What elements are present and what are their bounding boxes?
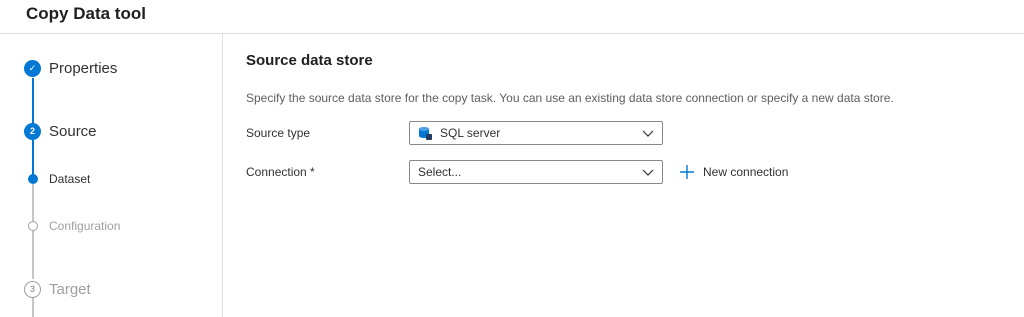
wizard-step-source[interactable]: 2 Source: [0, 119, 222, 143]
app-title: Copy Data tool: [26, 4, 146, 23]
connection-label: Connection *: [246, 165, 315, 179]
main-panel: Source data store Specify the source dat…: [224, 34, 1024, 317]
current-dot-icon: [28, 174, 38, 184]
chevron-down-icon: [642, 169, 654, 176]
connection-dropdown[interactable]: Select...: [409, 160, 663, 184]
step-number-icon: 3: [24, 280, 41, 298]
pending-dot-icon: [28, 221, 38, 231]
dropdown-value: SQL server: [440, 126, 501, 140]
substep-label: Dataset: [49, 172, 91, 186]
wizard-substep-dataset[interactable]: Dataset: [0, 167, 222, 191]
wizard-step-properties[interactable]: ✓ Properties: [0, 56, 222, 80]
wizard-sidebar: ✓ Properties 2 Source Dataset Configurat…: [0, 34, 223, 317]
substep-label: Configuration: [49, 219, 121, 233]
sql-server-icon: [419, 127, 432, 140]
step-label: Properties: [49, 59, 118, 77]
new-connection-label: New connection: [703, 165, 789, 179]
plus-icon: [680, 165, 694, 179]
step-label: Target: [49, 280, 91, 298]
dropdown-value: Select...: [418, 165, 462, 179]
header-bar: Copy Data tool: [0, 0, 1024, 34]
step-number-icon: 2: [24, 122, 41, 140]
section-title: Source data store: [246, 52, 373, 69]
new-connection-button[interactable]: New connection: [679, 162, 788, 182]
wizard-step-target[interactable]: 3 Target: [0, 277, 222, 301]
wizard-substep-configuration[interactable]: Configuration: [0, 214, 222, 238]
source-type-label: Source type: [246, 126, 311, 140]
step-label: Source: [49, 122, 97, 140]
check-icon: ✓: [24, 59, 41, 77]
source-type-dropdown[interactable]: SQL server: [409, 121, 663, 145]
chevron-down-icon: [642, 130, 654, 137]
section-description: Specify the source data store for the co…: [246, 91, 894, 105]
